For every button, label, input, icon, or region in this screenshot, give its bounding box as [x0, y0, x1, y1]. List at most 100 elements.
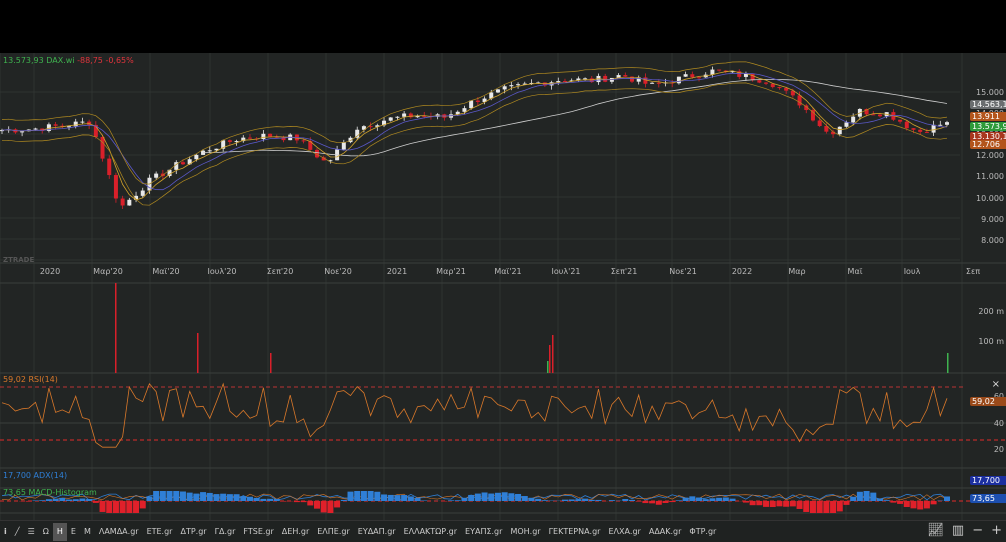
- macd-histogram-bar: [179, 491, 186, 501]
- macd-histogram-bar: [582, 498, 589, 501]
- toolbar-item[interactable]: ΓΕΚΤΕΡΝΑ.gr: [545, 523, 605, 541]
- macd-histogram-bar: [608, 500, 615, 501]
- price-axis-label: 11.000: [976, 172, 1004, 182]
- toolbar-item[interactable]: ΕΥΔΑΠ.gr: [354, 523, 400, 541]
- macd-histogram-bar: [139, 501, 146, 509]
- macd-histogram-bar: [421, 500, 428, 501]
- macd-histogram-bar: [159, 491, 166, 501]
- candle-body: [817, 120, 822, 127]
- candle-body: [583, 78, 588, 80]
- layout-icon[interactable]: ☰: [24, 523, 39, 541]
- rsi-label[interactable]: 59,02 RSI(14): [3, 375, 58, 384]
- candle-body: [127, 199, 132, 206]
- macd-histogram-bar: [133, 501, 140, 513]
- candle-body: [918, 129, 923, 132]
- macd-histogram-bar: [541, 500, 548, 501]
- last-price: 13.573,93: [3, 56, 44, 65]
- toolbar-item[interactable]: Ω: [39, 523, 53, 541]
- macd-histogram-bar: [675, 500, 682, 501]
- close-rsi-icon[interactable]: ×: [992, 379, 1000, 390]
- macd-histogram-bar: [226, 494, 233, 501]
- macd-histogram-bar: [568, 499, 575, 501]
- draw-line-icon[interactable]: ╱: [11, 523, 24, 541]
- macd-histogram-bar: [749, 501, 756, 506]
- time-axis-label: Ιουλ: [903, 267, 921, 276]
- macd-histogram-bar: [468, 494, 475, 501]
- macd-histogram-bar: [789, 501, 796, 507]
- candle-body: [924, 131, 929, 133]
- macd-histogram-bar: [66, 499, 73, 501]
- macd-histogram-bar: [816, 501, 823, 513]
- macd-histogram-bar: [414, 497, 421, 501]
- macd-histogram-bar: [696, 497, 703, 501]
- macd-label[interactable]: 73,65 MACD-Histogram: [3, 488, 97, 497]
- macd-histogram-bar: [347, 491, 354, 501]
- macd-histogram-bar: [99, 501, 106, 512]
- macd-histogram-bar: [783, 501, 790, 507]
- toolbar-item[interactable]: ΕΥΑΠΣ.gr: [461, 523, 506, 541]
- candle-body: [154, 173, 159, 178]
- macd-histogram-bar: [488, 493, 495, 501]
- bar-chart-icon[interactable]: ▥: [952, 523, 964, 538]
- toolbar-item[interactable]: ΕΛΧΑ.gr: [604, 523, 644, 541]
- candle-body: [676, 76, 681, 84]
- toolbar-item[interactable]: ΓΔ.gr: [211, 523, 240, 541]
- candle-body: [80, 121, 85, 123]
- candle-body: [697, 77, 702, 79]
- macd-histogram-bar: [561, 499, 568, 501]
- adx-label[interactable]: 17,700 ADX(14): [3, 471, 67, 480]
- macd-histogram-bar: [253, 497, 260, 501]
- candle-body: [603, 75, 608, 82]
- macd-histogram-bar: [689, 496, 696, 501]
- macd-histogram-bar: [39, 500, 46, 501]
- macd-histogram-bar: [72, 499, 79, 501]
- time-axis-label: Σεπ'20: [266, 267, 294, 276]
- candle-body: [140, 190, 145, 196]
- toolbar-item[interactable]: ΔΕΗ.gr: [278, 523, 313, 541]
- ma200-line: [203, 78, 948, 157]
- macd-histogram-bar: [381, 494, 388, 501]
- macd-histogram-bar: [702, 499, 709, 501]
- chart-canvas[interactable]: [0, 53, 1006, 520]
- macd-histogram-bar: [756, 501, 763, 506]
- macd-histogram-bar: [112, 501, 119, 513]
- toolbar-item[interactable]: ΕΛΠΕ.gr: [313, 523, 354, 541]
- time-axis-label: Νοε'21: [669, 267, 697, 276]
- candle-body: [562, 81, 567, 83]
- toolbar-item[interactable]: FTSE.gr: [239, 523, 277, 541]
- rsi-line: [1, 382, 948, 448]
- toolbar-item[interactable]: Ε: [67, 523, 80, 541]
- macd-histogram-bar: [910, 501, 917, 509]
- bottom-toolbar: i ╱ ☰ Ω Η Ε Μ ΛΑΜΔΑ.gr ΕΤΕ.gr ΔΤΡ.gr ΓΔ.gr FTSE.…: [0, 520, 1006, 542]
- macd-histogram-bar: [595, 499, 602, 501]
- toolbar-item[interactable]: ΕΤΕ.gr: [143, 523, 177, 541]
- macd-histogram-bar: [535, 498, 542, 501]
- time-axis-label: Μαϊ'20: [152, 267, 180, 276]
- toolbar-item[interactable]: ΕΛΛΑΚΤΩΡ.gr: [400, 523, 461, 541]
- symbol[interactable]: DAX.wi: [46, 56, 74, 65]
- macd-histogram-bar: [508, 493, 515, 501]
- toolbar-item[interactable]: ΜΟΗ.gr: [506, 523, 544, 541]
- zoom-in-icon[interactable]: +: [991, 523, 1002, 538]
- macd-histogram-bar: [59, 497, 66, 501]
- toolbar-item[interactable]: ΑΔΑΚ.gr: [645, 523, 686, 541]
- macd-histogram-bar: [515, 493, 522, 501]
- macd-histogram-bar: [314, 501, 320, 509]
- price-axis-label: 15.000: [976, 88, 1004, 97]
- toolbar-item[interactable]: Η: [52, 522, 67, 541]
- macd-histogram-bar: [669, 501, 676, 503]
- toolbar-item[interactable]: ΔΤΡ.gr: [176, 523, 210, 541]
- zoom-out-icon[interactable]: −: [972, 523, 983, 538]
- bollinger-lower: [1, 82, 948, 206]
- macd-histogram-bar: [146, 496, 153, 501]
- toolbar-item[interactable]: Μ: [80, 523, 95, 541]
- time-axis-label: 2022: [731, 267, 753, 276]
- toolbar-item[interactable]: ΦΤΡ.gr: [685, 523, 720, 541]
- info-icon[interactable]: i: [0, 523, 11, 541]
- macd-histogram-bar: [300, 501, 307, 503]
- time-axis-label: Μαϊ: [847, 267, 863, 276]
- macd-histogram-bar: [454, 500, 461, 501]
- toolbar-item[interactable]: ΛΑΜΔΑ.gr: [95, 523, 143, 541]
- line-chart-icon[interactable]: 📈︎: [927, 523, 944, 538]
- time-axis-label: Ιουλ'21: [551, 267, 581, 276]
